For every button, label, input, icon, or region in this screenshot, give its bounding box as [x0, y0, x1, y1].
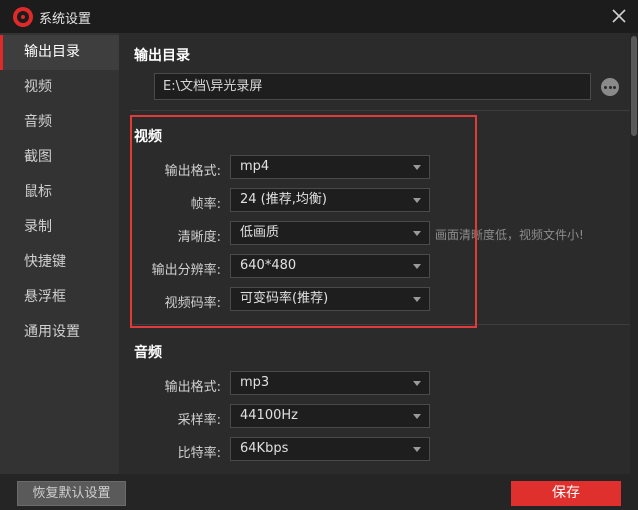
sidebar-item-hotkeys[interactable]: 快捷键 — [0, 245, 119, 280]
samplerate-label: 采样率: — [177, 413, 221, 428]
sidebar-item-output-dir[interactable]: 输出目录 — [0, 35, 119, 70]
chevron-down-icon — [413, 165, 421, 170]
save-button[interactable]: 保存 — [511, 481, 621, 506]
quality-hint: 画面清晰度低，视频文件小! — [435, 228, 584, 242]
output-path-field[interactable]: E:\文档\异光录屏 — [154, 73, 591, 100]
chevron-down-icon — [413, 198, 421, 203]
resolution-select[interactable]: 640*480 — [230, 254, 430, 278]
sidebar-item-video[interactable]: 视频 — [0, 70, 119, 105]
settings-panel: 输出目录 E:\文档\异光录屏 视频 输出格式: mp4 帧率: 24 (推荐,… — [119, 33, 630, 474]
window-title: 系统设置 — [39, 12, 92, 27]
resolution-value: 640*480 — [240, 258, 297, 273]
samplerate-value: 44100Hz — [240, 408, 298, 423]
resolution-label: 输出分辨率: — [151, 263, 221, 278]
audio-bitrate-select[interactable]: 64Kbps — [230, 437, 430, 461]
scrollbar-thumb[interactable] — [631, 36, 637, 136]
section-divider — [131, 324, 630, 325]
audio-format-value: mp3 — [240, 375, 270, 390]
sidebar-item-screenshot[interactable]: 截图 — [0, 140, 119, 175]
video-format-select[interactable]: mp4 — [230, 155, 430, 179]
sidebar-item-record[interactable]: 录制 — [0, 210, 119, 245]
close-icon[interactable] — [608, 5, 630, 27]
sidebar-item-audio[interactable]: 音频 — [0, 105, 119, 140]
samplerate-select[interactable]: 44100Hz — [230, 404, 430, 428]
audio-section-title: 音频 — [134, 345, 162, 361]
framerate-label: 帧率: — [190, 197, 221, 212]
audio-bitrate-value: 64Kbps — [240, 441, 289, 456]
footer-bar: 恢复默认设置 保存 — [0, 474, 638, 510]
video-bitrate-label: 视频码率: — [164, 296, 221, 311]
quality-value: 低画质 — [240, 225, 280, 240]
section-divider — [131, 110, 630, 111]
quality-select[interactable]: 低画质 — [230, 221, 430, 245]
title-bar: 系统设置 — [0, 0, 638, 33]
audio-bitrate-label: 比特率: — [177, 446, 221, 461]
chevron-down-icon — [413, 381, 421, 386]
chevron-down-icon — [413, 264, 421, 269]
quality-label: 清晰度: — [177, 230, 221, 245]
sidebar-item-general[interactable]: 通用设置 — [0, 315, 119, 350]
chevron-down-icon — [413, 297, 421, 302]
audio-format-select[interactable]: mp3 — [230, 371, 430, 395]
video-bitrate-select[interactable]: 可变码率(推荐) — [230, 287, 430, 311]
chevron-down-icon — [413, 447, 421, 452]
framerate-value: 24 (推荐,均衡) — [240, 192, 327, 207]
sidebar-item-mouse[interactable]: 鼠标 — [0, 175, 119, 210]
video-format-label: 输出格式: — [164, 164, 221, 179]
more-icon[interactable] — [601, 78, 619, 96]
video-format-value: mp4 — [240, 159, 270, 174]
chevron-down-icon — [413, 231, 421, 236]
video-section-title: 视频 — [134, 129, 162, 145]
framerate-select[interactable]: 24 (推荐,均衡) — [230, 188, 430, 212]
app-logo-icon — [13, 7, 33, 27]
scrollbar[interactable] — [630, 33, 638, 474]
video-bitrate-value: 可变码率(推荐) — [240, 291, 329, 306]
restore-defaults-button[interactable]: 恢复默认设置 — [17, 481, 126, 506]
audio-format-label: 输出格式: — [164, 380, 221, 395]
sidebar-item-floating-box[interactable]: 悬浮框 — [0, 280, 119, 315]
output-dir-title: 输出目录 — [134, 48, 190, 64]
sidebar: 输出目录 视频 音频 截图 鼠标 录制 快捷键 悬浮框 通用设置 — [0, 33, 119, 474]
chevron-down-icon — [413, 414, 421, 419]
